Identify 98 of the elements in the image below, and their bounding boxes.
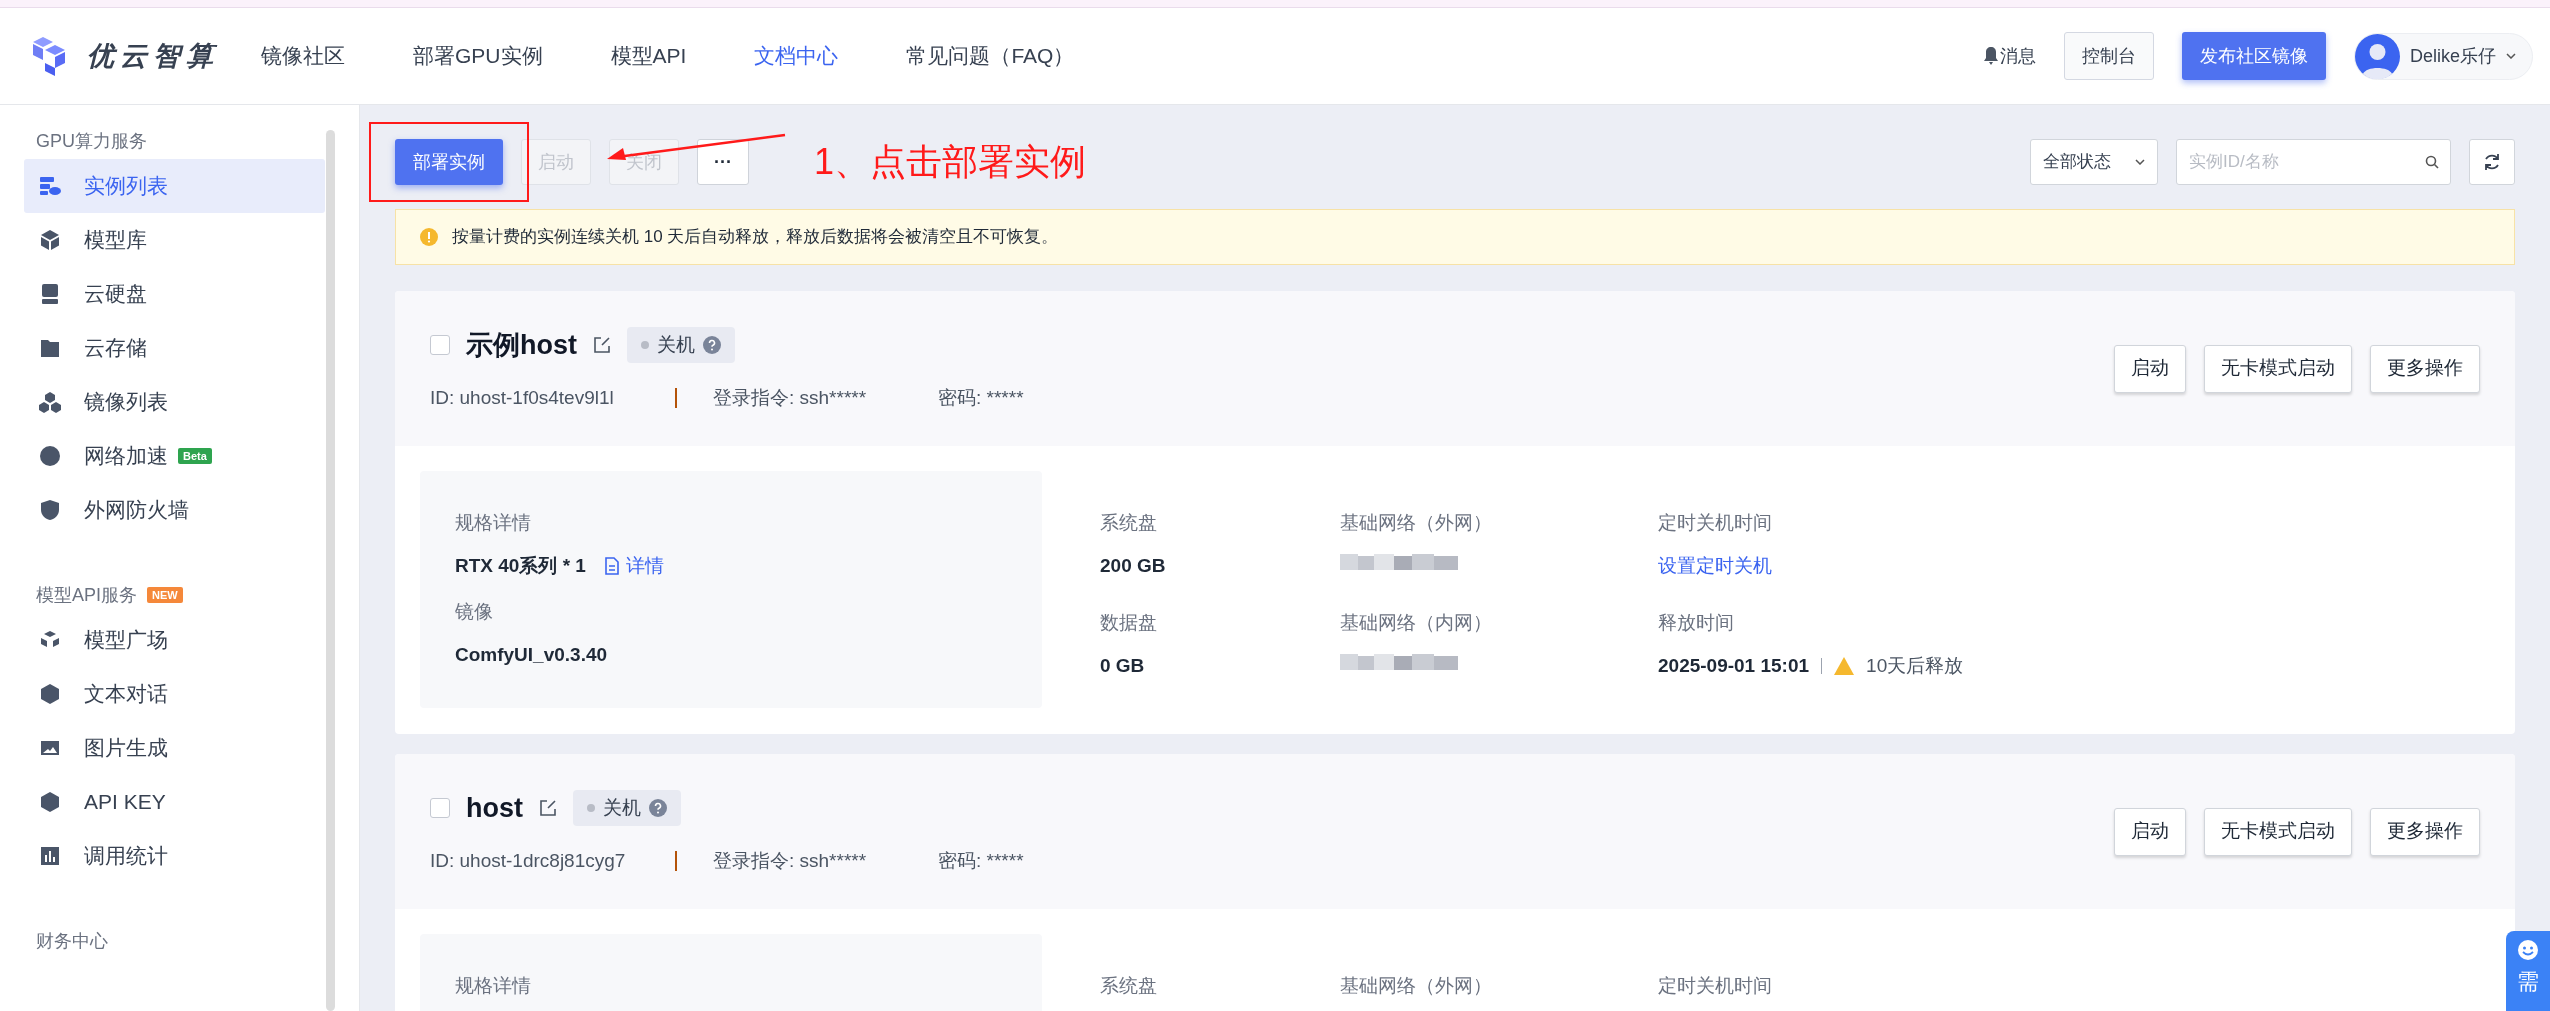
- help-widget[interactable]: 需: [2506, 931, 2550, 1011]
- more-button[interactable]: ···: [697, 139, 749, 185]
- alert-banner: 按量计费的实例连续关机 10 天后自动释放，释放后数据将会被清空且不可恢复。: [395, 209, 2515, 265]
- instance-id: ID: uhost-1drc8j81cyg7: [430, 848, 627, 873]
- blurred-value-icon: [1340, 651, 1460, 672]
- instance-checkbox[interactable]: [430, 798, 450, 819]
- publish-image-button[interactable]: 发布社区镜像: [2181, 32, 2326, 80]
- refresh-button[interactable]: [2469, 139, 2515, 185]
- cube-icon: [38, 682, 62, 706]
- action-button[interactable]: 启动: [2114, 807, 2186, 856]
- annotation-text: 1、点击部署实例: [814, 140, 1086, 184]
- bell-icon: [1983, 47, 1998, 65]
- instance-name: host: [466, 792, 523, 825]
- field-label: 规格详情: [455, 511, 532, 535]
- action-button[interactable]: 无卡模式启动: [2204, 807, 2352, 856]
- search-field[interactable]: 实例ID/名称: [2176, 139, 2451, 185]
- sidebar-item[interactable]: 云硬盘: [24, 267, 325, 321]
- field-label: 系统盘: [1100, 974, 1158, 998]
- field-value: 0 GB: [1100, 653, 1146, 678]
- sidebar-item[interactable]: 模型库: [24, 213, 325, 267]
- sidebar-item[interactable]: 调用统计: [24, 829, 325, 883]
- nav-link[interactable]: 镜像社区: [261, 40, 345, 72]
- field-label: 定时关机时间: [1658, 974, 1773, 998]
- sidebar-item[interactable]: API KEY: [24, 775, 325, 829]
- field-label: 定时关机时间: [1658, 511, 1773, 535]
- help-icon[interactable]: [649, 799, 667, 818]
- field-value: ComfyUI_v0.3.40: [455, 642, 608, 667]
- login-command: 登录指令: ssh*****: [713, 848, 868, 873]
- sidebar-item[interactable]: 模型广场: [24, 613, 325, 667]
- action-button[interactable]: 更多操作: [2370, 807, 2480, 856]
- sidebar-item[interactable]: 云存储: [24, 321, 325, 375]
- refresh-icon: [2482, 152, 2502, 172]
- status-text: 关机: [603, 796, 641, 820]
- password: 密码: *****: [938, 385, 1024, 410]
- edit-icon[interactable]: [539, 799, 557, 818]
- section-title: 模型API服务: [36, 583, 137, 607]
- field-label: 基础网络（内网）: [1340, 611, 1493, 635]
- field-label: 基础网络（外网）: [1340, 511, 1493, 535]
- status-filter[interactable]: 全部状态: [2030, 139, 2158, 185]
- instance-id: ID: uhost-1f0s4tev9l1l: [430, 385, 615, 410]
- nav-link[interactable]: 模型API: [610, 40, 687, 72]
- messages-link[interactable]: 消息: [1983, 42, 2036, 70]
- search-icon[interactable]: [2425, 155, 2439, 169]
- avatar-icon: [2354, 33, 2400, 79]
- warning-icon: [420, 228, 438, 246]
- console-button[interactable]: 控制台: [2063, 32, 2154, 80]
- action-button[interactable]: 更多操作: [2370, 344, 2480, 393]
- field-label: 镜像: [455, 600, 494, 624]
- new-badge: NEW: [147, 586, 183, 604]
- blurred-value-icon: [1340, 551, 1460, 572]
- nav-link[interactable]: 文档中心: [754, 40, 839, 72]
- field-value: 200 GB: [1100, 553, 1167, 578]
- field-label: 规格详情: [455, 974, 532, 998]
- help-widget-text: 需: [2517, 968, 2539, 996]
- chevron-down-icon: [2506, 53, 2516, 59]
- instance-checkbox[interactable]: [430, 335, 450, 356]
- details-link[interactable]: 详情: [603, 551, 664, 580]
- release-time: 2025-09-01 15:01: [1658, 653, 1810, 678]
- sidebar-item[interactable]: 图片生成: [24, 721, 325, 775]
- chevron-down-icon: [2135, 159, 2145, 165]
- instance-name: 示例host: [466, 329, 577, 362]
- set-shutdown-link[interactable]: 设置定时关机: [1658, 551, 2058, 580]
- password: 密码: *****: [938, 848, 1024, 873]
- user-menu[interactable]: Delike乐仔: [2353, 32, 2533, 80]
- field-label: 释放时间: [1658, 611, 1735, 635]
- section-title: GPU算力服务: [36, 129, 147, 153]
- logo-text: 优云智算: [87, 39, 219, 73]
- help-icon[interactable]: [703, 336, 721, 355]
- scrollbar[interactable]: [326, 130, 335, 1011]
- nav-link[interactable]: 常见问题（FAQ）: [906, 40, 1075, 72]
- field-label: 基础网络（外网）: [1340, 974, 1493, 998]
- toolbar-button[interactable]: 部署实例: [395, 139, 503, 185]
- warning-icon: [1834, 656, 1855, 675]
- login-command: 登录指令: ssh*****: [713, 385, 868, 410]
- document-icon: [603, 556, 620, 575]
- nav-link[interactable]: 部署GPU实例: [413, 40, 543, 72]
- sidebar-item[interactable]: 文本对话: [24, 667, 325, 721]
- sidebar-item[interactable]: 镜像列表: [24, 375, 325, 429]
- smiley-icon: [2517, 939, 2539, 961]
- edit-icon[interactable]: [593, 336, 611, 355]
- status-text: 关机: [657, 333, 695, 357]
- sidebar-item[interactable]: 实例列表: [24, 159, 325, 213]
- field-value: RTX 40系列 * 1: [455, 553, 586, 578]
- field-label: 系统盘: [1100, 511, 1158, 535]
- release-note: 10天后释放: [1866, 653, 1964, 678]
- action-button[interactable]: 无卡模式启动: [2204, 344, 2352, 393]
- cubes-icon: [38, 390, 62, 414]
- bar-chart-icon: [38, 844, 62, 868]
- server-cloud-icon: [38, 174, 62, 198]
- beta-badge: Beta: [178, 447, 212, 465]
- field-label: 数据盘: [1100, 611, 1158, 635]
- sidebar-item[interactable]: 外网防火墙: [24, 483, 325, 537]
- shield-icon: [38, 498, 62, 522]
- section-title: 财务中心: [36, 929, 108, 953]
- action-button[interactable]: 启动: [2114, 344, 2186, 393]
- user-name: Delike乐仔: [2409, 44, 2496, 68]
- box-icon: [38, 228, 62, 252]
- sidebar-item[interactable]: 网络加速 Beta: [24, 429, 325, 483]
